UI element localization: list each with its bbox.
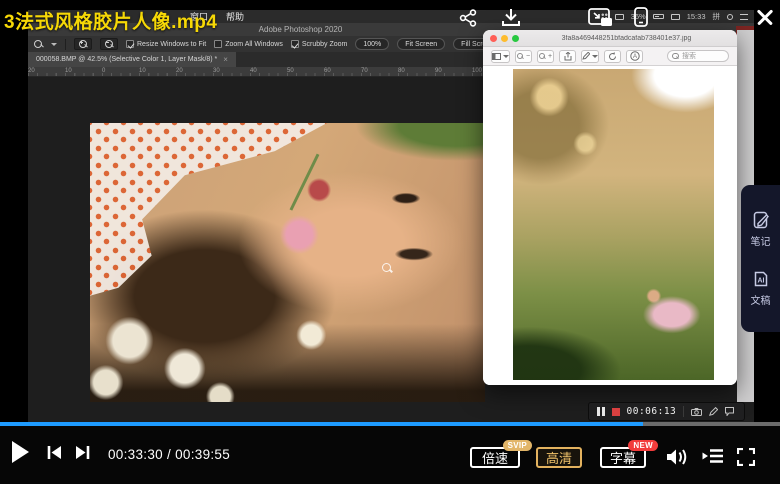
tool-preset-caret-icon[interactable] xyxy=(51,43,57,46)
recording-timer: 00:06:13 xyxy=(627,406,677,417)
stop-recording-icon[interactable] xyxy=(612,408,620,416)
preview-toolbar: − + A 搜索 xyxy=(483,47,737,66)
annotate-a: A xyxy=(632,54,636,60)
annotate-button[interactable]: A xyxy=(626,50,643,63)
time-display: 00:33:30 / 00:39:55 xyxy=(108,447,230,462)
video-player: 窗口 帮助 36% 15:33 拼 Adobe Photoshop 2020 R… xyxy=(0,0,780,484)
watch-on-phone-icon[interactable] xyxy=(634,7,648,32)
svip-badge: SVIP xyxy=(503,440,532,451)
progress-bar[interactable] xyxy=(0,422,780,426)
checkbox-checked-icon xyxy=(291,40,299,48)
close-traffic-light[interactable] xyxy=(490,35,497,42)
player-controls: 00:33:30 / 00:39:55 倍速 SVIP 高清 字幕 NEW xyxy=(0,426,780,484)
subtitle-button[interactable]: 字幕 NEW xyxy=(600,447,646,468)
preview-titlebar[interactable]: 3fa8a469448251bfadcafab738401e37.jpg xyxy=(483,30,737,47)
zoom-in-button[interactable]: + xyxy=(537,50,554,63)
svg-text:AI: AI xyxy=(757,277,764,284)
preview-window: 3fa8a469448251bfadcafab738401e37.jpg − +… xyxy=(483,30,737,385)
resize-windows-checkbox[interactable]: Resize Windows to Fit xyxy=(126,40,206,48)
next-video-button[interactable] xyxy=(74,444,91,461)
canvas-photo-portrait[interactable] xyxy=(90,123,485,402)
playback-speed-button[interactable]: 倍速 SVIP xyxy=(470,447,520,468)
zoom-in-button[interactable] xyxy=(74,38,92,50)
docs-button[interactable]: AI 文稿 xyxy=(751,270,771,307)
docs-label: 文稿 xyxy=(751,292,771,307)
polka-dot-fabric xyxy=(90,123,327,324)
flower-stem xyxy=(290,153,319,210)
notes-label: 笔记 xyxy=(751,233,771,248)
zoom-tool-icon[interactable] xyxy=(34,40,43,49)
zoom-cursor-icon xyxy=(382,263,391,272)
progress-played xyxy=(0,422,643,426)
speed-label: 倍速 xyxy=(482,448,508,467)
play-button[interactable] xyxy=(12,441,29,463)
sidebar-view-button[interactable] xyxy=(491,50,510,63)
new-badge: NEW xyxy=(628,440,658,451)
zoom-out-button[interactable] xyxy=(100,38,118,50)
search-icon xyxy=(672,53,679,60)
checkbox-unchecked-icon xyxy=(214,40,222,48)
zoom-all-windows-checkbox[interactable]: Zoom All Windows xyxy=(214,40,283,48)
search-placeholder: 搜索 xyxy=(682,51,696,61)
rotate-button[interactable] xyxy=(604,50,621,63)
pencil-icon[interactable] xyxy=(709,407,718,416)
fit-screen-button[interactable]: Fit Screen xyxy=(397,38,445,50)
notes-button[interactable]: 笔记 xyxy=(751,211,771,248)
mini-player-icon[interactable] xyxy=(588,8,613,32)
chat-icon[interactable] xyxy=(725,407,734,416)
resize-windows-label: Resize Windows to Fit xyxy=(137,41,206,48)
volume-icon[interactable] xyxy=(666,448,690,471)
document-tab[interactable]: 000058.BMP @ 42.5% (Selective Color 1, L… xyxy=(28,52,236,67)
zoom-out-button[interactable]: − xyxy=(515,50,532,63)
checkbox-checked-icon xyxy=(126,40,134,48)
tab-close-icon[interactable]: × xyxy=(223,55,228,64)
close-icon[interactable] xyxy=(756,8,774,26)
search-input[interactable]: 搜索 xyxy=(667,50,729,62)
markup-button[interactable] xyxy=(581,50,599,63)
minimize-traffic-light[interactable] xyxy=(501,35,508,42)
camera-icon[interactable] xyxy=(691,408,702,416)
quality-button[interactable]: 高清 xyxy=(536,447,582,468)
zoom-traffic-light[interactable] xyxy=(512,35,519,42)
divider xyxy=(683,406,684,417)
share-button[interactable] xyxy=(559,50,576,63)
share-icon[interactable] xyxy=(459,9,477,32)
preview-content xyxy=(483,67,737,385)
player-top-icons xyxy=(0,7,780,29)
playlist-icon[interactable] xyxy=(702,448,724,469)
pause-recording-icon[interactable] xyxy=(597,407,605,416)
download-icon[interactable] xyxy=(501,8,521,32)
note-icon xyxy=(752,211,770,229)
divider xyxy=(65,39,66,50)
scrubby-zoom-checkbox[interactable]: Scrubby Zoom xyxy=(291,40,348,48)
quality-label: 高清 xyxy=(546,448,572,467)
previous-video-button[interactable] xyxy=(46,444,63,461)
zoom-100-button[interactable]: 100% xyxy=(355,38,389,50)
document-tab-label: 000058.BMP @ 42.5% (Selective Color 1, L… xyxy=(36,56,217,63)
preview-window-title: 3fa8a469448251bfadcafab738401e37.jpg xyxy=(523,35,730,42)
fullscreen-icon[interactable] xyxy=(737,448,755,471)
zoom-all-windows-label: Zoom All Windows xyxy=(225,41,283,48)
document-ai-icon: AI xyxy=(752,270,770,288)
recording-toolbar: 00:06:13 xyxy=(588,402,745,421)
scrubby-zoom-label: Scrubby Zoom xyxy=(302,41,348,48)
preview-photo-meadow xyxy=(513,69,714,380)
course-side-panel: 笔记 AI 文稿 xyxy=(741,185,780,332)
